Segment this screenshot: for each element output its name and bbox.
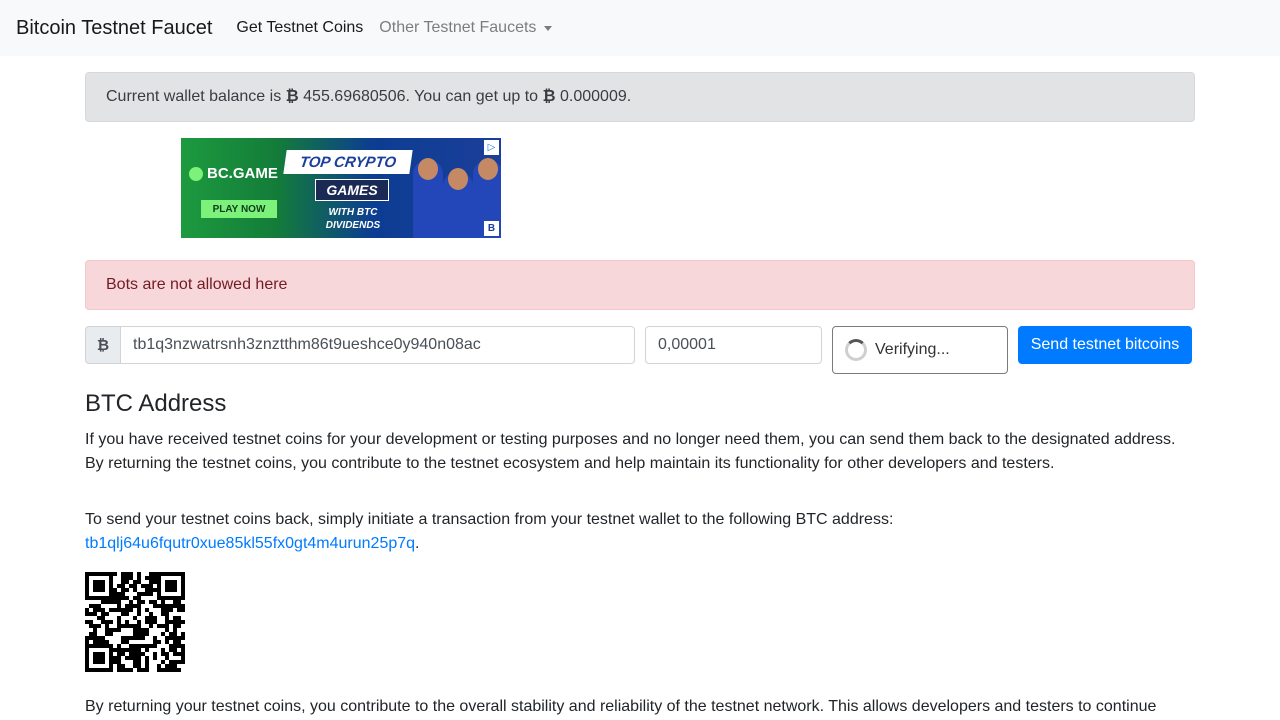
ad-badge-icon: B <box>484 221 499 236</box>
main-container: Current wallet balance is ₿ 455.69680506… <box>85 72 1195 715</box>
ad-banner[interactable]: BC.GAME PLAY NOW TOP CRYPTO GAMES WITH B… <box>181 138 501 238</box>
section-paragraph-2: To send your testnet coins back, simply … <box>85 508 1195 556</box>
ad-headline: TOP CRYPTO <box>283 150 413 174</box>
address-input-group: ₿ <box>85 326 635 364</box>
section-paragraph-2-text: To send your testnet coins back, simply … <box>85 511 894 528</box>
nav-link-get-coins[interactable]: Get Testnet Coins <box>228 19 371 37</box>
ad-logo-text: BC.GAME <box>207 165 278 182</box>
ad-player-head <box>418 158 438 180</box>
section-paragraph-1: If you have received testnet coins for y… <box>85 431 1176 472</box>
captcha-widget[interactable]: Verifying... <box>832 326 1008 374</box>
max-amount-value: 0.000009 <box>560 88 627 105</box>
brand-title[interactable]: Bitcoin Testnet Faucet <box>16 17 212 40</box>
ad-games-label: GAMES <box>315 179 389 201</box>
spinner-icon <box>845 339 867 361</box>
nav-dropdown-other-faucets[interactable]: Other Testnet Faucets <box>371 19 560 37</box>
navbar: Bitcoin Testnet Faucet Get Testnet Coins… <box>0 0 1280 56</box>
period: . <box>415 535 420 552</box>
bitcoin-icon: ₿ <box>285 88 299 105</box>
ad-choices-icon[interactable]: ▷ <box>484 140 499 155</box>
faucet-form: ₿ Verifying... Send testnet bitcoins <box>85 326 1195 374</box>
ad-logo-icon <box>189 166 203 181</box>
caret-down-icon <box>544 25 553 31</box>
balance-middle: . You can get up to <box>405 88 539 105</box>
btc-address-section: BTC Address If you have received testnet… <box>85 390 1195 719</box>
balance-suffix: . <box>626 88 632 105</box>
nav-link-other-faucets-label: Other Testnet Faucets <box>379 19 537 36</box>
ad-subline: WITH BTC DIVIDENDS <box>325 207 381 231</box>
bot-error-message: Bots are not allowed here <box>106 276 288 293</box>
bot-error-alert: Bots are not allowed here <box>85 260 1195 310</box>
section-paragraph-3: By returning your testnet coins, you con… <box>85 698 1157 715</box>
balance-value: 455.69680506 <box>303 88 406 105</box>
amount-input[interactable] <box>645 326 822 364</box>
balance-prefix: Current wallet balance is <box>106 88 282 105</box>
bitcoin-icon: ₿ <box>542 88 556 105</box>
send-testnet-bitcoins-button[interactable]: Send testnet bitcoins <box>1018 326 1192 364</box>
balance-alert: Current wallet balance is ₿ 455.69680506… <box>85 72 1195 122</box>
ad-logo: BC.GAME <box>189 165 278 182</box>
ad-player-head <box>448 168 468 190</box>
bitcoin-icon: ₿ <box>85 326 121 364</box>
return-address-link[interactable]: tb1qlj64u6fqutr0xue85kl55fx0gt4m4urun25p… <box>85 535 415 552</box>
qr-code-icon <box>85 572 185 672</box>
captcha-status: Verifying... <box>875 341 950 358</box>
ad-player-head <box>478 158 498 180</box>
section-title: BTC Address <box>85 390 227 417</box>
ad-play-now-button[interactable]: PLAY NOW <box>201 200 277 218</box>
address-input[interactable] <box>121 326 635 364</box>
